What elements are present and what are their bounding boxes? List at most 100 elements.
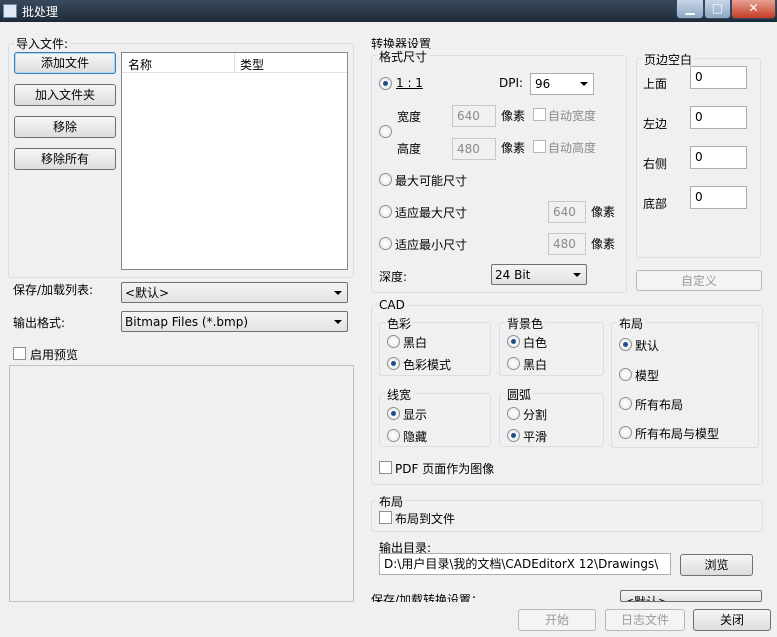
fit-min-label: 适应最小尺寸	[395, 238, 468, 252]
width-label: 宽度	[397, 110, 422, 124]
file-list[interactable]: 名称 类型	[121, 52, 348, 270]
column-type[interactable]: 类型	[240, 56, 264, 73]
margin-top-label: 上面	[643, 77, 668, 91]
lineweight-hide-radio[interactable]	[387, 429, 400, 442]
layout-all-model-label: 所有布局与模型	[635, 427, 720, 441]
margin-bottom-input[interactable]: 0	[690, 186, 747, 209]
depth-select[interactable]: 24 Bit	[491, 264, 587, 285]
fit-min-radio[interactable]	[379, 237, 392, 250]
layout-to-file-checkbox[interactable]	[379, 511, 392, 524]
arc-title: 圆弧	[505, 386, 534, 403]
fit-max-input[interactable]: 640	[548, 201, 586, 223]
layout-model-label: 模型	[635, 369, 660, 383]
chevron-down-icon	[334, 320, 342, 324]
pdf-as-image-label: PDF 页面作为图像	[395, 462, 495, 476]
list-label: 保存/加载列表:	[13, 283, 94, 297]
margin-left-label: 左边	[643, 117, 668, 131]
margin-bottom-label: 底部	[643, 197, 668, 211]
output-format-select[interactable]: Bitmap Files (*.bmp)	[121, 311, 348, 332]
background-title: 背景色	[505, 315, 546, 332]
cad-title: CAD	[377, 298, 407, 312]
layout-all-label: 所有布局	[635, 398, 684, 412]
arc-smooth-label: 平滑	[523, 430, 548, 444]
lineweight-show-label: 显示	[403, 408, 428, 422]
enable-preview-checkbox[interactable]	[13, 347, 26, 360]
fit-min-input[interactable]: 480	[548, 233, 586, 255]
dpi-label: DPI:	[499, 76, 524, 90]
enable-preview-label: 启用预览	[30, 348, 79, 362]
fit-max-label: 适应最大尺寸	[395, 206, 468, 220]
custom-size-radio[interactable]	[379, 125, 392, 138]
dpi-value: 96	[535, 77, 551, 91]
margin-top-input[interactable]: 0	[690, 66, 747, 89]
arc-segment-radio[interactable]	[507, 407, 520, 420]
max-possible-label: 最大可能尺寸	[395, 174, 468, 188]
margin-left-input[interactable]: 0	[690, 106, 747, 129]
margin-right-input[interactable]: 0	[690, 146, 747, 169]
ratio-radio[interactable]	[379, 77, 392, 90]
layout-default-label: 默认	[635, 339, 660, 353]
column-divider	[234, 53, 235, 73]
fit-max-pixel-unit: 像素	[591, 205, 616, 219]
remove-all-button[interactable]: 移除所有	[14, 148, 116, 170]
auto-height-checkbox[interactable]	[533, 140, 546, 153]
add-file-button[interactable]: 添加文件	[14, 52, 116, 74]
lineweight-show-radio[interactable]	[387, 407, 400, 420]
app-icon	[3, 4, 17, 18]
max-possible-radio[interactable]	[379, 173, 392, 186]
dpi-select[interactable]: 96	[530, 73, 594, 95]
minimize-button[interactable]: ▁	[676, 0, 704, 19]
output-format-value: Bitmap Files (*.bmp)	[125, 315, 248, 329]
close-window-button[interactable]: ✕	[731, 0, 776, 19]
output-format-label: 输出格式:	[13, 316, 66, 330]
start-button[interactable]: 开始	[518, 609, 596, 631]
column-name[interactable]: 名称	[128, 56, 152, 73]
ratio-label: 1 : 1	[396, 76, 423, 90]
layout-model-radio[interactable]	[619, 368, 632, 381]
layout-all-model-radio[interactable]	[619, 426, 632, 439]
layout-all-radio[interactable]	[619, 397, 632, 410]
height-label: 高度	[397, 142, 422, 156]
preview-area	[9, 365, 354, 602]
maximize-button[interactable]: □	[704, 0, 731, 19]
background-black-label: 黑白	[523, 358, 548, 372]
lineweight-title: 线宽	[385, 386, 414, 403]
arc-segment-label: 分割	[523, 408, 548, 422]
fit-max-radio[interactable]	[379, 205, 392, 218]
remove-button[interactable]: 移除	[14, 116, 116, 138]
add-folder-button[interactable]: 加入文件夹	[14, 84, 116, 106]
arc-smooth-radio[interactable]	[507, 429, 520, 442]
pdf-as-image-checkbox[interactable]	[379, 461, 392, 474]
custom-margins-button[interactable]: 自定义	[636, 270, 762, 291]
background-white-radio[interactable]	[507, 335, 520, 348]
color-mode-radio[interactable]	[387, 357, 400, 370]
lineweight-hide-label: 隐藏	[403, 430, 428, 444]
list-select[interactable]: <默认>	[121, 282, 348, 303]
depth-label: 深度:	[379, 270, 408, 284]
browse-button[interactable]: 浏览	[680, 554, 753, 576]
color-title: 色彩	[385, 315, 414, 332]
fit-min-pixel-unit: 像素	[591, 237, 616, 251]
file-list-header: 名称 类型	[122, 53, 347, 73]
height-pixel-unit: 像素	[501, 141, 526, 155]
auto-width-label: 自动宽度	[548, 109, 597, 123]
color-bw-radio[interactable]	[387, 335, 400, 348]
background-black-radio[interactable]	[507, 357, 520, 370]
color-mode-label: 色彩模式	[403, 358, 452, 372]
import-files-title: 导入文件:	[14, 35, 71, 52]
width-input[interactable]: 640	[452, 105, 496, 127]
save-load-settings-select[interactable]: <默认>	[620, 590, 762, 602]
close-button[interactable]: 关闭	[693, 609, 771, 631]
depth-value: 24 Bit	[495, 268, 531, 282]
margin-right-label: 右侧	[643, 157, 668, 171]
output-dir-input[interactable]: D:\用户目录\我的文档\CADEditorX 12\Drawings\	[379, 553, 671, 575]
auto-width-checkbox[interactable]	[533, 108, 546, 121]
log-file-button[interactable]: 日志文件	[605, 609, 685, 631]
title-bar: 批处理 ▁ □ ✕	[0, 0, 777, 22]
chevron-down-icon	[334, 291, 342, 295]
layout-default-radio[interactable]	[619, 338, 632, 351]
chevron-down-icon	[573, 273, 581, 277]
height-input[interactable]: 480	[452, 138, 496, 160]
format-size-title: 格式尺寸	[377, 48, 430, 65]
width-pixel-unit: 像素	[501, 109, 526, 123]
